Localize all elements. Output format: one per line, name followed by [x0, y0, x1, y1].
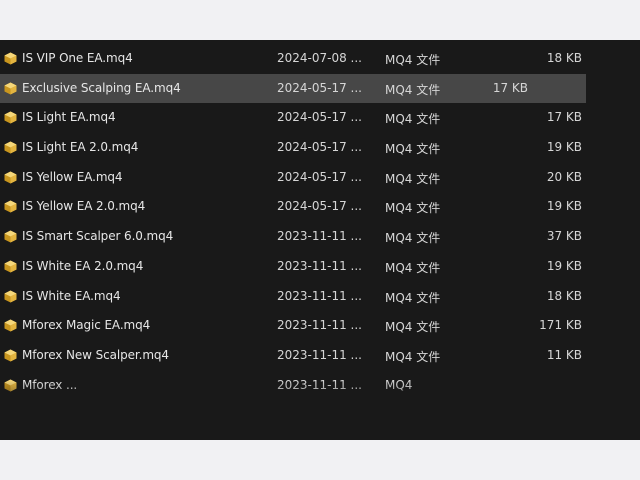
file-row[interactable]: IS Yellow EA.mq4 2024-05-17 ... MQ4 文件 2…	[0, 163, 640, 193]
file-name: Exclusive Scalping EA.mq4	[22, 80, 181, 95]
file-row[interactable]: IS Light EA 2.0.mq4 2024-05-17 ... MQ4 文…	[0, 133, 640, 163]
file-type: MQ4 文件	[385, 53, 441, 67]
file-row-selected[interactable]: Exclusive Scalping EA.mq4 2024-05-17 ...…	[0, 73, 586, 104]
mq4-file-icon	[4, 349, 17, 362]
file-date: 2024-05-17 ...	[277, 80, 362, 95]
mq4-file-icon	[4, 379, 17, 392]
mq4-file-icon	[4, 230, 17, 243]
mq4-file-icon	[4, 290, 17, 302]
file-name: IS Smart Scalper 6.0.mq4	[22, 229, 174, 244]
file-type: MQ4 文件	[385, 349, 441, 364]
file-type: MQ4 文件	[385, 112, 441, 127]
file-name: IS Light EA 2.0.mq4	[22, 140, 139, 155]
file-date: 2024-05-17 ...	[277, 199, 362, 214]
file-date: 2023-11-11 ...	[277, 347, 362, 362]
file-date: 2024-05-17 ...	[277, 169, 362, 184]
file-row[interactable]: IS Smart Scalper 6.0.mq4 2023-11-11 ... …	[0, 222, 640, 252]
file-date: 2024-05-17 ...	[277, 140, 362, 155]
file-name: IS White EA.mq4	[22, 288, 121, 303]
file-type: MQ4 文件	[385, 201, 441, 216]
mq4-file-icon	[4, 171, 17, 184]
file-type: MQ4	[385, 377, 413, 392]
file-date: 2023-11-11 ...	[277, 318, 362, 333]
file-size: 171 KB	[539, 318, 582, 333]
bottom-right-overlay	[420, 378, 640, 440]
file-explorer-window: IS VIP One EA.mq4 2024-07-08 ... MQ4 文件 …	[0, 40, 640, 440]
file-name: Mforex Magic EA.mq4	[22, 318, 151, 333]
mq4-file-icon	[4, 82, 17, 95]
file-size: 20 KB	[546, 169, 582, 184]
mq4-file-icon	[4, 141, 17, 154]
file-size: 19 KB	[546, 258, 582, 273]
file-name: Mforex New Scalper.mq4	[22, 347, 169, 362]
file-row[interactable]: IS Yellow EA 2.0.mq4 2024-05-17 ... MQ4 …	[0, 192, 640, 222]
file-size: 17 KB	[492, 80, 528, 95]
file-row[interactable]: IS White EA 2.0.mq4 2023-11-11 ... MQ4 文…	[0, 252, 640, 282]
mq4-file-icon	[4, 200, 17, 213]
file-name: IS Yellow EA.mq4	[22, 169, 123, 184]
file-type: MQ4 文件	[385, 142, 441, 157]
file-type: MQ4 文件	[385, 171, 441, 186]
file-type: MQ4 文件	[385, 82, 441, 97]
file-row[interactable]: IS VIP One EA.mq4 2024-07-08 ... MQ4 文件 …	[0, 44, 640, 74]
file-type: MQ4 文件	[385, 231, 441, 246]
file-row[interactable]: IS White EA.mq4 2023-11-11 ... MQ4 文件 18…	[0, 282, 640, 312]
file-size: 19 KB	[546, 140, 582, 155]
file-size: 11 KB	[546, 347, 582, 362]
file-row[interactable]: IS Light EA.mq4 2024-05-17 ... MQ4 文件 17…	[0, 103, 640, 133]
file-type: MQ4 文件	[385, 320, 441, 335]
file-date: 2023-11-11 ...	[277, 258, 362, 273]
mq4-file-icon	[4, 319, 17, 332]
mq4-file-icon	[4, 111, 17, 124]
file-date: 2024-07-08 ...	[277, 51, 362, 65]
file-name: IS VIP One EA.mq4	[22, 51, 133, 65]
file-size: 18 KB	[546, 51, 582, 65]
file-size: 19 KB	[546, 199, 582, 214]
file-list: IS VIP One EA.mq4 2024-07-08 ... MQ4 文件 …	[0, 44, 640, 400]
file-row[interactable]: Mforex Magic EA.mq4 2023-11-11 ... MQ4 文…	[0, 311, 640, 341]
file-name: IS Light EA.mq4	[22, 110, 116, 125]
file-name: Mforex ...	[22, 377, 78, 392]
mq4-file-icon	[4, 260, 17, 273]
file-date: 2023-11-11 ...	[277, 229, 362, 244]
file-size: 18 KB	[546, 288, 582, 303]
file-type: MQ4 文件	[385, 260, 441, 275]
file-size: 37 KB	[546, 229, 582, 244]
file-name: IS White EA 2.0.mq4	[22, 258, 144, 273]
file-size: 17 KB	[546, 110, 582, 125]
file-row[interactable]: Mforex New Scalper.mq4 2023-11-11 ... MQ…	[0, 341, 640, 371]
mq4-file-icon	[4, 52, 17, 65]
file-date: 2023-11-11 ...	[277, 288, 362, 303]
file-name: IS Yellow EA 2.0.mq4	[22, 199, 146, 214]
file-date: 2023-11-11 ...	[277, 377, 362, 392]
file-type: MQ4 文件	[385, 290, 441, 305]
file-date: 2024-05-17 ...	[277, 110, 362, 125]
